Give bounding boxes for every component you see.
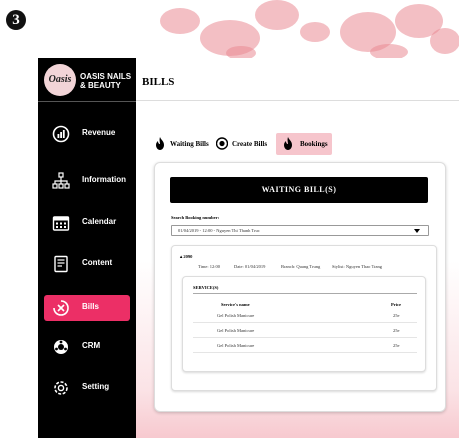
fire-icon [284, 137, 292, 150]
create-icon [216, 137, 228, 150]
search-booking-label: Search Booking number: [171, 215, 220, 220]
sidebar-item-label: Bills [82, 302, 99, 311]
setting-icon [54, 381, 68, 395]
tab-create-bills[interactable]: Create Bills [216, 133, 272, 155]
fire-icon [156, 137, 164, 150]
waiting-bills-card: WAITING BILL(S) Search Booking number: 0… [154, 162, 446, 412]
crm-icon [54, 340, 68, 354]
caret-down-icon [414, 229, 420, 233]
bill-branch: Branch: Quang Trung [281, 264, 321, 269]
services-title: SERVICE(S) [193, 285, 219, 290]
calendar-icon [52, 216, 70, 231]
bill-date: Date: 01/04/2019 [234, 264, 266, 269]
brand-name: OASIS NAILS & BEAUTY [80, 72, 132, 90]
sidebar-item-content[interactable]: Content [44, 251, 130, 277]
column-header-price: Price [391, 302, 401, 307]
service-name: Gel Polish Manicure [217, 313, 255, 318]
bill-stylist: Stylist: Nguyen Thao Trang [332, 264, 383, 269]
bill-number-value: 2090 [183, 254, 193, 259]
sidebar-item-label: Information [82, 175, 126, 184]
bills-icon [53, 300, 69, 316]
service-name: Gel Polish Manicure [217, 343, 255, 348]
information-icon [52, 172, 70, 189]
sidebar-item-revenue[interactable]: Revenue [44, 121, 130, 147]
sidebar-item-label: Revenue [82, 128, 116, 137]
column-header-service-name: Service's name [221, 302, 250, 307]
page-title: BILLS [142, 76, 175, 88]
sidebar: Oasis OASIS NAILS & BEAUTY Revenue Infor… [38, 58, 136, 438]
step-number-badge: 3 [6, 10, 26, 30]
sidebar-item-label: Setting [82, 382, 110, 391]
tab-label: Waiting Bills [170, 140, 209, 148]
brand-logo: Oasis [44, 64, 76, 96]
tab-label: Bookings [300, 140, 328, 148]
table-row: Gel Polish Manicure 25e [193, 324, 417, 338]
content-icon [54, 255, 68, 273]
search-booking-select[interactable]: 01/04/2019 - 12:00 - Nguyen Thi Thanh Tr… [171, 225, 429, 236]
sidebar-item-information[interactable]: Information [44, 168, 130, 194]
brand[interactable]: Oasis OASIS NAILS & BEAUTY [38, 58, 136, 102]
bill-number[interactable]: ▴ 2090 [180, 254, 192, 260]
main-content: BILLS Waiting Bills Create Bills Booking… [136, 58, 459, 438]
service-price: 25e [393, 328, 400, 333]
table-row: Gel Polish Manicure 25e [193, 309, 417, 323]
bill-details: ▴ 2090 Time: 12:00 Date: 01/04/2019 Bran… [171, 245, 437, 391]
service-name: Gel Polish Manicure [217, 328, 255, 333]
revenue-icon [52, 125, 70, 143]
sidebar-item-bills[interactable]: Bills [44, 295, 130, 321]
sidebar-item-crm[interactable]: CRM [44, 334, 130, 360]
divider [193, 293, 417, 294]
sidebar-item-label: Content [82, 258, 113, 267]
tab-bookings[interactable]: Bookings [276, 133, 332, 155]
waiting-bills-header: WAITING BILL(S) [170, 177, 428, 203]
sidebar-item-setting[interactable]: Setting [44, 375, 130, 401]
sidebar-item-label: CRM [82, 341, 101, 350]
decorative-banner [0, 0, 459, 62]
services-table: SERVICE(S) Service's name Price Gel Poli… [182, 276, 426, 372]
service-price: 25e [393, 343, 400, 348]
table-row: Gel Polish Manicure 25e [193, 339, 417, 353]
sidebar-item-calendar[interactable]: Calendar [44, 210, 130, 236]
bill-time: Time: 12:00 [198, 264, 220, 269]
tab-label: Create Bills [232, 140, 268, 148]
tab-waiting-bills[interactable]: Waiting Bills [154, 133, 216, 155]
sidebar-item-label: Calendar [82, 217, 117, 226]
divider [136, 100, 459, 101]
search-booking-value: 01/04/2019 - 12:00 - Nguyen Thi Thanh Tr… [178, 228, 260, 233]
service-price: 25e [393, 313, 400, 318]
